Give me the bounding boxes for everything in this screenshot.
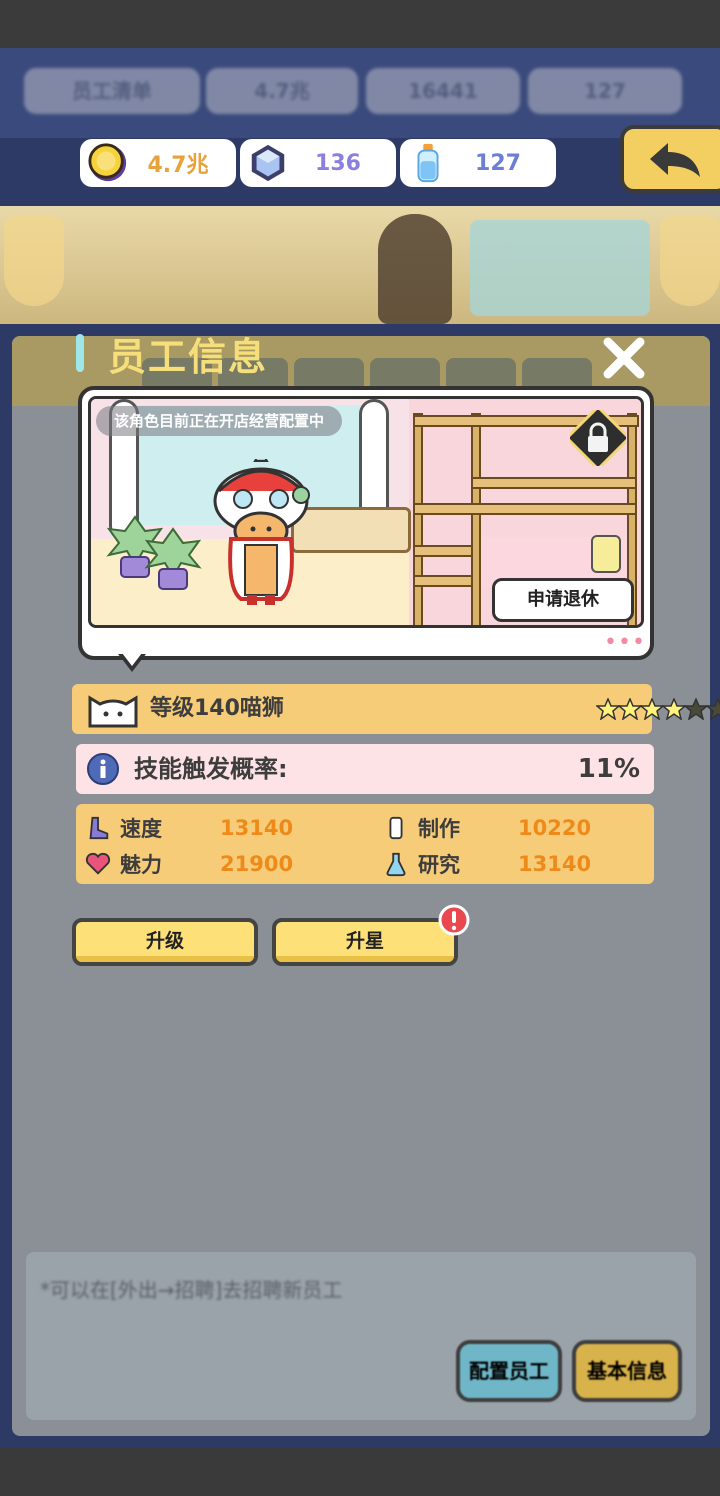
skill-row: 技能触发概率: 11% [76,744,654,794]
heart-icon [84,850,112,878]
level-text: 等级140喵狮 [150,696,284,721]
stat-make: 制作 10220 [382,810,591,846]
stat-research: 研究 13140 [382,846,591,882]
upgrade-button[interactable]: 升级 [72,918,258,966]
potion-chip: 127 [400,139,556,187]
gem-icon [246,141,290,185]
gold-value: 4.7兆 [147,153,209,178]
alert-icon [438,904,470,936]
boot-icon [84,814,112,842]
cat-face-icon [88,695,138,728]
skill-label: 技能触发概率: [134,755,288,783]
bg-basic-info-button: 基本信息 [572,1340,682,1402]
system-status-bar [0,0,720,48]
plant-icon [143,521,203,591]
star-icon [706,698,720,720]
bg-gold-chip: 4.7兆 [206,68,358,114]
close-icon[interactable] [600,334,648,382]
bg-potion-chip: 16441 [366,68,520,114]
bg-assign-button: 配置员工 [456,1340,562,1402]
star-icon [618,698,642,720]
title-accent-bar [76,334,84,372]
lion-dance-cat [213,459,310,605]
info-icon[interactable] [86,752,120,786]
star-up-button[interactable]: 升星 [272,918,458,966]
recruit-hint: *可以在[外出→招聘]去招聘新员工 [40,1278,343,1302]
pillow [591,535,621,573]
stat-speed: 速度 13140 [84,810,293,846]
skill-value: 11% [577,754,640,784]
retire-button[interactable]: 申请退休 [492,578,634,622]
coin-icon [86,141,130,185]
potion-value: 127 [475,150,521,176]
star-icon [684,698,708,720]
background-scene [0,206,720,324]
status-pill: 该角色目前正在开店经营配置中 [96,406,343,436]
bg-bottle-chip: 127 [528,68,682,114]
star-icon [640,698,664,720]
star-icon [662,698,686,720]
bg-staff-list-chip: 员工清单 [24,68,200,114]
gem-value: 136 [315,150,361,176]
gold-chip: 4.7兆 [80,139,236,187]
cup-icon [382,814,410,842]
back-arrow-icon [650,143,700,177]
stats-panel: 速度 13140 制作 10220 魅力 21900 研究 13140 [76,804,654,884]
dialog-title: 员工信息 [108,335,269,379]
stat-charm: 魅力 21900 [84,846,293,882]
potion-icon [406,141,450,185]
back-button[interactable] [620,125,720,193]
level-row: 等级140喵狮 [72,684,720,734]
star-rating [596,698,720,720]
more-dots[interactable]: ••• [604,632,646,654]
flask-icon [382,850,410,878]
gem-chip: 136 [240,139,396,187]
star-icon [596,698,620,720]
lock-icon[interactable] [570,410,626,466]
